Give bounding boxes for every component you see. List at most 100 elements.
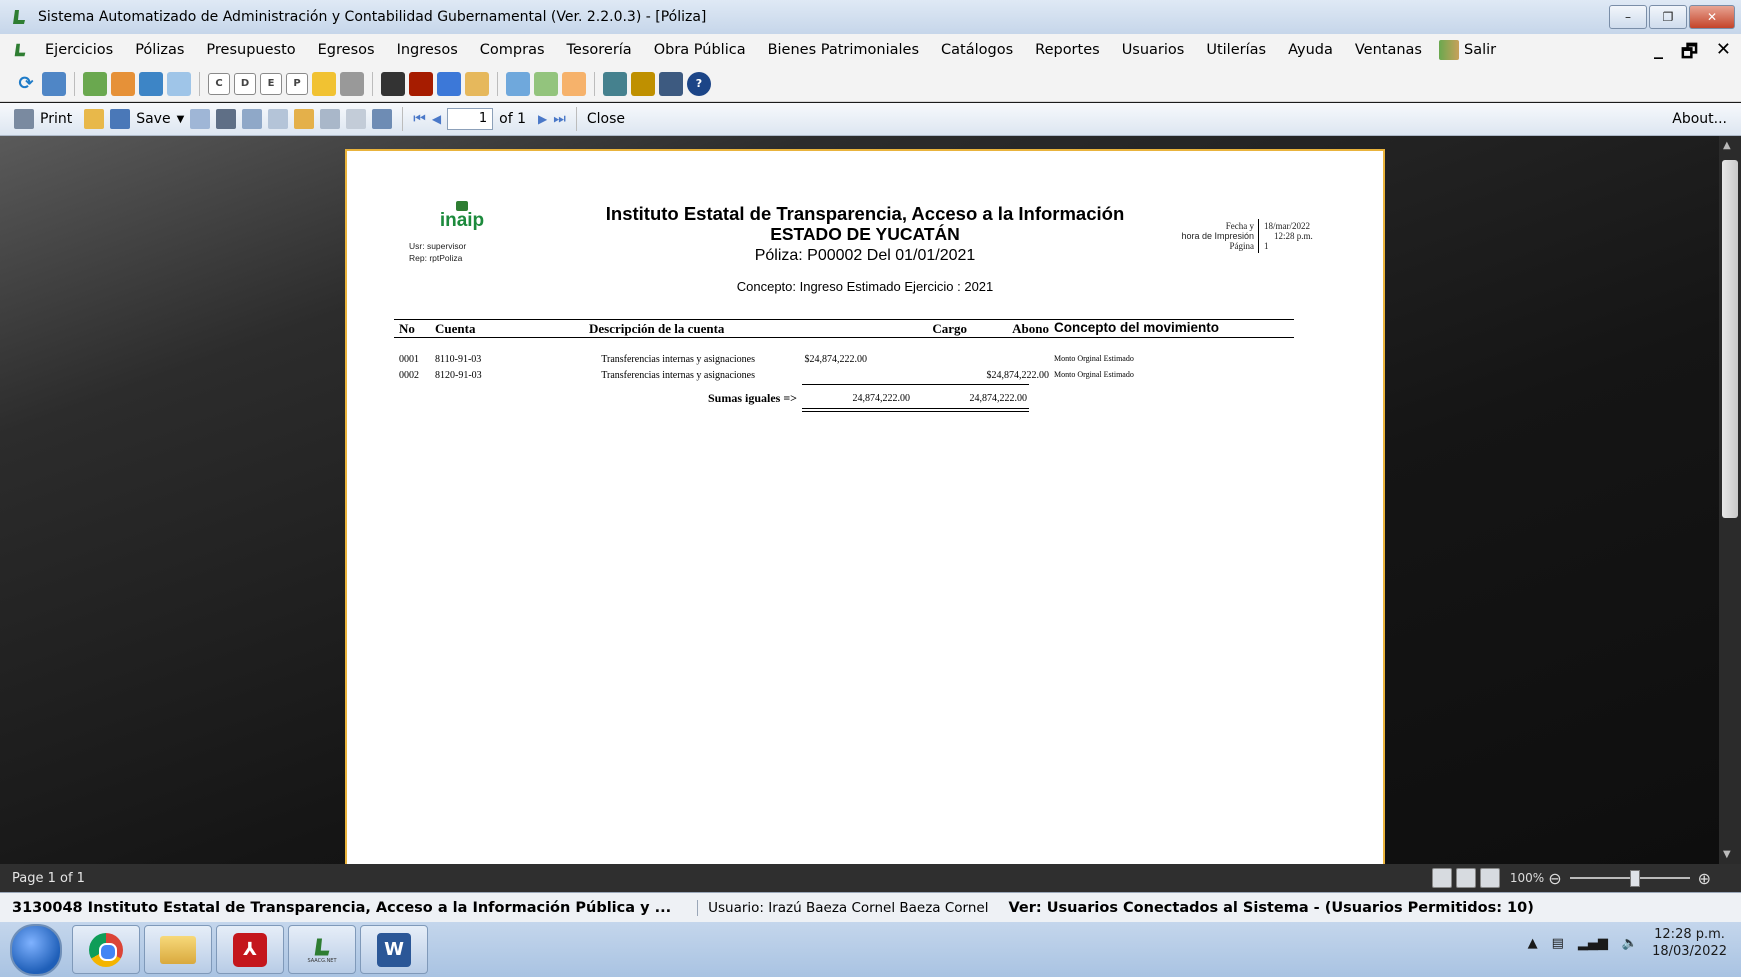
- document-icon[interactable]: [42, 71, 66, 96]
- menu-usuarios[interactable]: Usuarios: [1111, 42, 1196, 58]
- network-icon[interactable]: ▤: [1552, 936, 1564, 951]
- page-setup-icon[interactable]: [372, 109, 393, 129]
- transfer-icon[interactable]: [111, 71, 135, 96]
- saacg-taskbar-button[interactable]: SAACG.NET: [288, 925, 356, 974]
- volume-icon[interactable]: 🔈: [1622, 936, 1638, 951]
- table-icon[interactable]: [167, 71, 191, 96]
- menu-compras[interactable]: Compras: [469, 42, 556, 58]
- zoom-out-icon[interactable]: ⊖: [1548, 869, 1561, 888]
- resize-icon[interactable]: [346, 109, 367, 129]
- menu-ingresos[interactable]: Ingresos: [386, 42, 469, 58]
- copy-icon[interactable]: [320, 109, 341, 129]
- trash-icon[interactable]: [381, 71, 405, 96]
- pencil-icon[interactable]: [562, 71, 586, 96]
- hierarchy-icon[interactable]: [603, 71, 627, 96]
- exit-door-icon[interactable]: [1438, 40, 1459, 60]
- window-title: Sistema Automatizado de Administración y…: [38, 9, 707, 25]
- payment-icon[interactable]: [312, 71, 336, 96]
- zoom-icon[interactable]: [268, 109, 289, 129]
- printer-icon[interactable]: [340, 71, 364, 96]
- previous-page-icon[interactable]: ◀: [432, 112, 441, 126]
- menu-egresos[interactable]: Egresos: [307, 42, 386, 58]
- fecha-label: Fecha y: [1225, 221, 1254, 231]
- print-button[interactable]: Print: [40, 111, 72, 127]
- zoom-slider[interactable]: [1569, 870, 1690, 887]
- menu-catalogos[interactable]: Catálogos: [930, 42, 1024, 58]
- mdi-minimize-button[interactable]: _: [1654, 39, 1663, 69]
- scroll-down-icon[interactable]: ▼: [1723, 849, 1731, 860]
- mdi-close-button[interactable]: ✕: [1716, 39, 1731, 69]
- menu-presupuesto[interactable]: Presupuesto: [195, 42, 306, 58]
- email-icon[interactable]: [190, 109, 211, 129]
- print-icon[interactable]: [14, 109, 34, 129]
- start-button[interactable]: [10, 923, 62, 976]
- restore-button[interactable]: ❐: [1649, 5, 1687, 29]
- explorer-taskbar-button[interactable]: [144, 925, 212, 974]
- poliza-p-button[interactable]: P: [286, 72, 308, 95]
- menu-ventanas[interactable]: Ventanas: [1344, 42, 1433, 58]
- signal-icon[interactable]: ▂▄▆: [1578, 936, 1608, 951]
- scrollbar-thumb[interactable]: [1722, 160, 1738, 518]
- tools-icon[interactable]: [534, 71, 558, 96]
- acrobat-taskbar-button[interactable]: ⅄: [216, 925, 284, 974]
- clock[interactable]: 12:28 p.m. 18/03/2022: [1652, 926, 1727, 960]
- chrome-taskbar-button[interactable]: [72, 925, 140, 974]
- menu-ayuda[interactable]: Ayuda: [1277, 42, 1344, 58]
- menu-bienes-patrimoniales[interactable]: Bienes Patrimoniales: [757, 42, 930, 58]
- menu-obra-publica[interactable]: Obra Pública: [643, 42, 757, 58]
- poliza-d-button[interactable]: D: [234, 72, 256, 95]
- truck-icon[interactable]: [437, 71, 461, 96]
- table-row: 0001 8110-91-03 Transferencias internas …: [347, 354, 1383, 368]
- zoom-slider-knob[interactable]: [1629, 870, 1640, 887]
- poliza-e-button[interactable]: E: [260, 72, 282, 95]
- close-report-button[interactable]: Close: [587, 111, 625, 127]
- vertical-scrollbar[interactable]: ▲ ▼: [1719, 136, 1741, 864]
- taskbar: ⅄ SAACG.NET W ▲ ▤ ▂▄▆ 🔈 12:28 p.m. 18/03…: [0, 922, 1741, 977]
- report-icon[interactable]: [506, 71, 530, 96]
- last-page-icon[interactable]: ⏭: [553, 111, 566, 127]
- page-number-input[interactable]: 1: [447, 108, 494, 130]
- menu-tesoreria[interactable]: Tesorería: [556, 42, 643, 58]
- checklist-icon[interactable]: [139, 71, 163, 96]
- refresh-icon[interactable]: ⟳: [14, 72, 38, 96]
- thumbnails-icon[interactable]: [242, 109, 263, 129]
- menu-ejercicios[interactable]: Ejercicios: [34, 42, 124, 58]
- users-icon[interactable]: [83, 71, 107, 96]
- lock-icon[interactable]: [631, 71, 655, 96]
- help-icon[interactable]: ?: [687, 71, 711, 96]
- find-icon[interactable]: [216, 109, 237, 129]
- save-button[interactable]: Save: [136, 111, 170, 127]
- menu-salir[interactable]: Salir: [1459, 42, 1507, 58]
- save-icon[interactable]: [110, 109, 131, 129]
- calculator-icon[interactable]: [659, 71, 683, 96]
- table-header-rule: [394, 337, 1294, 338]
- box-icon[interactable]: [465, 71, 489, 96]
- menu-reportes[interactable]: Reportes: [1024, 42, 1111, 58]
- menu-app-icon[interactable]: [12, 42, 28, 58]
- save-dropdown-icon[interactable]: ▼: [177, 114, 185, 125]
- single-page-icon[interactable]: [1431, 868, 1452, 888]
- clock-date: 18/03/2022: [1652, 944, 1727, 959]
- row-no: 0002: [399, 370, 419, 381]
- car-icon[interactable]: [409, 71, 433, 96]
- fit-page-icon[interactable]: [1455, 868, 1476, 888]
- about-button[interactable]: About...: [1672, 111, 1727, 127]
- edit-icon[interactable]: [294, 109, 315, 129]
- scroll-up-icon[interactable]: ▲: [1723, 140, 1731, 151]
- next-page-icon[interactable]: ▶: [538, 112, 547, 126]
- word-taskbar-button[interactable]: W: [360, 925, 428, 974]
- menu-utilerias[interactable]: Utilerías: [1195, 42, 1277, 58]
- first-page-icon[interactable]: ⏮: [413, 111, 426, 127]
- minimize-button[interactable]: –: [1609, 5, 1647, 29]
- mdi-restore-button[interactable]: 🗗: [1681, 39, 1698, 69]
- entity-label: 3130048 Instituto Estatal de Transparenc…: [12, 900, 672, 916]
- poliza-c-button[interactable]: C: [208, 72, 230, 95]
- pagina-value: 1: [1264, 241, 1269, 251]
- show-hidden-icons-icon[interactable]: ▲: [1528, 936, 1538, 951]
- open-folder-icon[interactable]: [84, 109, 105, 129]
- multi-page-icon[interactable]: [1479, 868, 1500, 888]
- zoom-in-icon[interactable]: ⊕: [1698, 869, 1711, 888]
- close-button[interactable]: ✕: [1689, 5, 1735, 29]
- row-descripcion: Transferencias internas y asignaciones: [601, 354, 755, 365]
- menu-polizas[interactable]: Pólizas: [124, 42, 195, 58]
